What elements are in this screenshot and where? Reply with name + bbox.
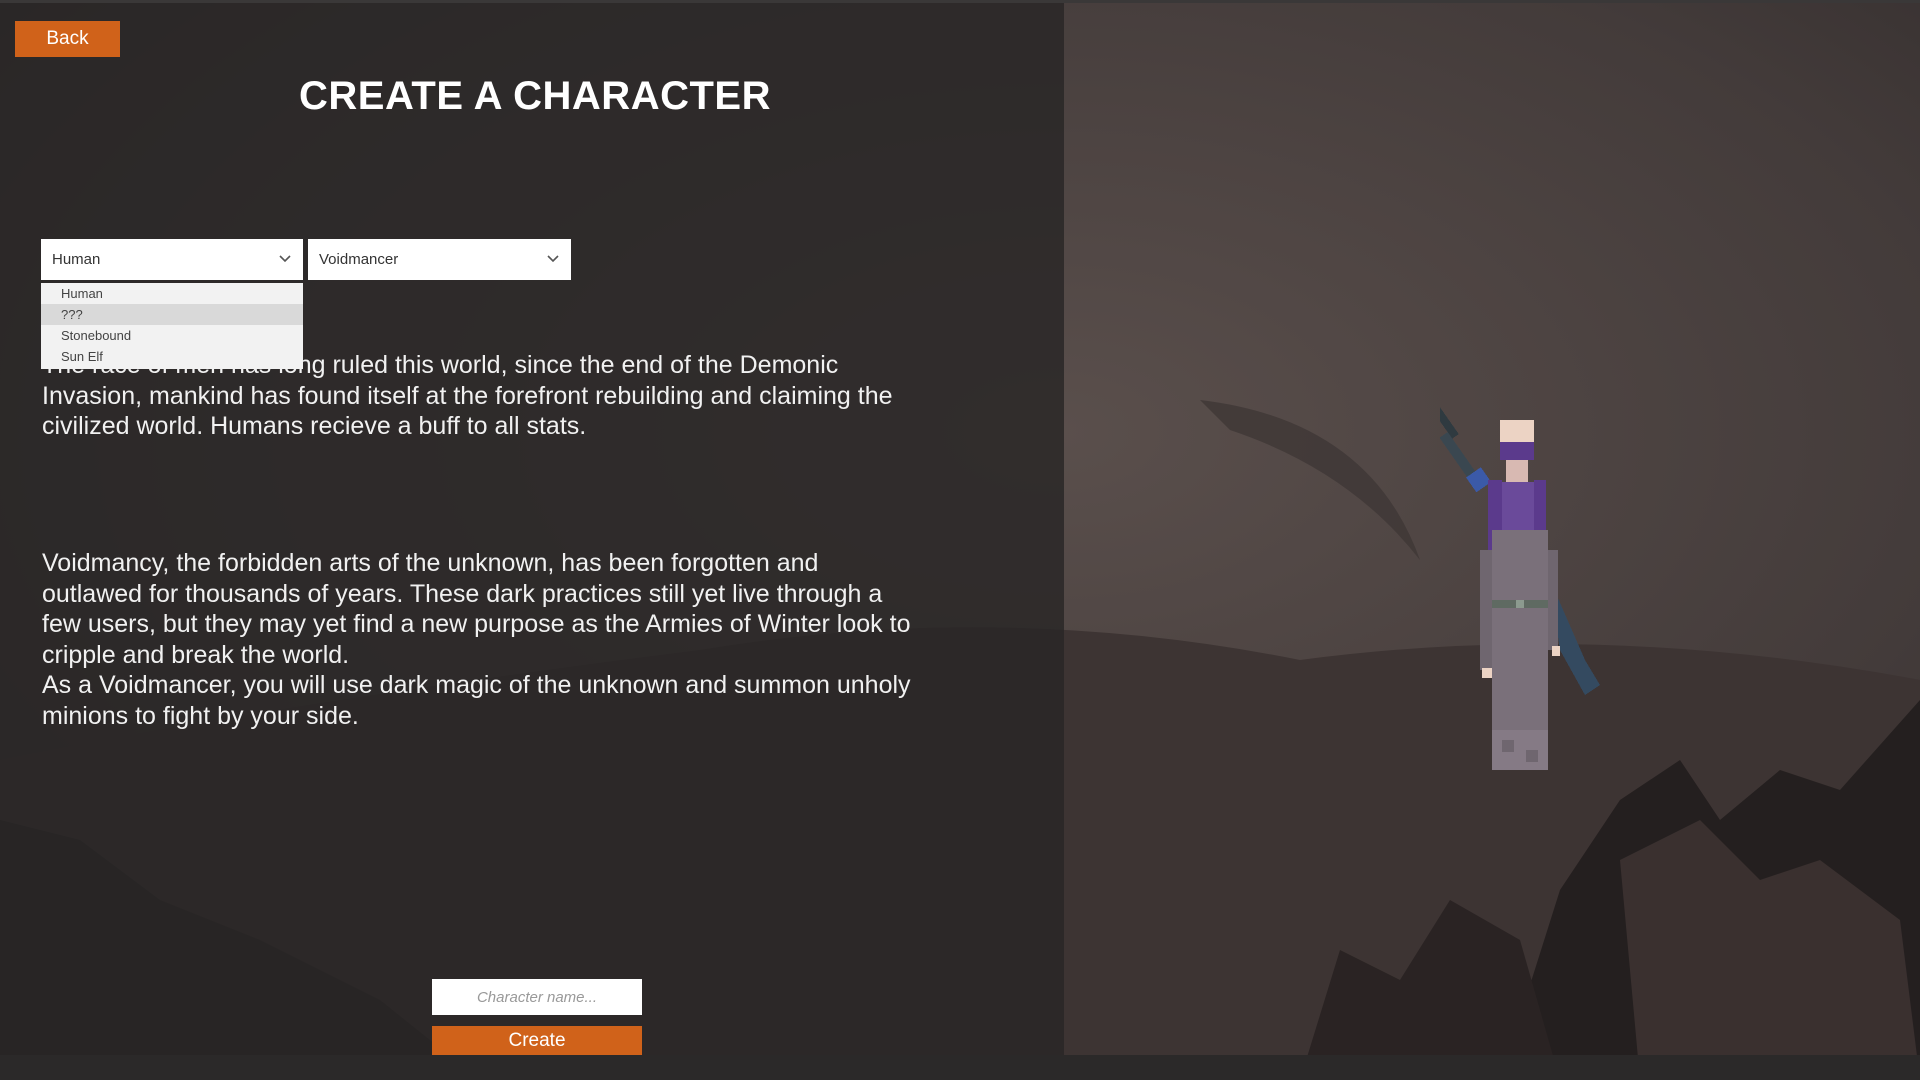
create-button[interactable]: Create xyxy=(432,1026,642,1055)
race-option[interactable]: Sun Elf xyxy=(41,346,303,367)
chevron-down-icon xyxy=(279,255,291,263)
character-preview xyxy=(1440,401,1600,770)
race-dropdown[interactable]: Human xyxy=(41,239,303,280)
class-description: Voidmancy, the forbidden arts of the unk… xyxy=(42,548,922,731)
page-title: CREATE A CHARACTER xyxy=(299,74,771,118)
back-button[interactable]: Back xyxy=(15,21,120,57)
race-dropdown-value: Human xyxy=(52,251,101,268)
class-description-para-1: Voidmancy, the forbidden arts of the unk… xyxy=(42,549,911,669)
bottom-strip xyxy=(0,1055,1920,1080)
class-description-para-2: As a Voidmancer, you will use dark magic… xyxy=(42,671,911,730)
class-dropdown-value: Voidmancer xyxy=(319,251,399,268)
class-dropdown[interactable]: Voidmancer xyxy=(308,239,571,280)
race-option[interactable]: Human xyxy=(41,283,303,304)
race-dropdown-list: Human ??? Stonebound Sun Elf xyxy=(41,283,303,369)
top-bar xyxy=(0,0,1920,3)
chevron-down-icon xyxy=(547,255,559,263)
race-option[interactable]: ??? xyxy=(41,304,303,325)
race-option[interactable]: Stonebound xyxy=(41,325,303,346)
character-name-input[interactable] xyxy=(432,979,642,1015)
left-panel xyxy=(0,0,1064,1055)
